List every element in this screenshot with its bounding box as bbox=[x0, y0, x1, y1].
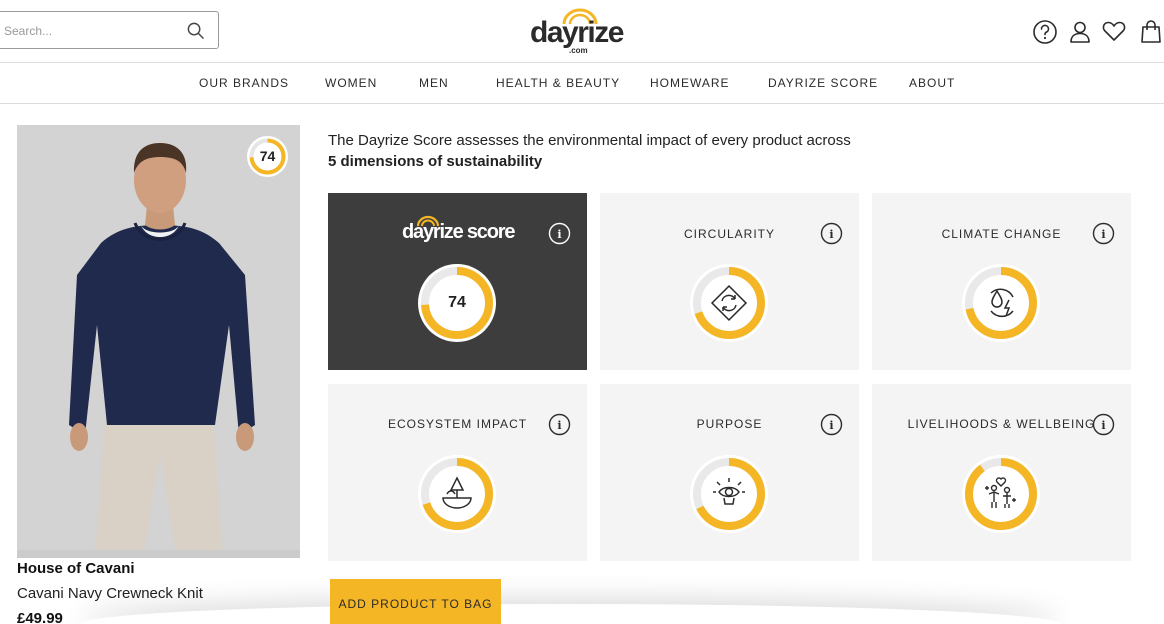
svg-text:i: i bbox=[1101, 228, 1105, 241]
svg-text:i: i bbox=[557, 228, 561, 241]
info-icon[interactable]: i bbox=[820, 222, 843, 245]
card-circularity: CIRCULARITY i bbox=[600, 193, 859, 370]
info-icon[interactable]: i bbox=[548, 413, 571, 436]
logo-subtext: .com bbox=[569, 46, 588, 55]
product-price: £49.99 bbox=[17, 610, 63, 624]
nav-item-our-brands[interactable]: OUR BRANDS bbox=[199, 76, 289, 90]
score-value: 74 bbox=[448, 294, 466, 311]
purpose-ring bbox=[690, 455, 768, 533]
info-icon[interactable]: i bbox=[820, 413, 843, 436]
nav-item-health-beauty[interactable]: HEALTH & BEAUTY bbox=[496, 76, 620, 90]
card-dayrize-score: dayrize score i 74 bbox=[328, 193, 587, 370]
dayrize-logo[interactable]: dayrize .com bbox=[530, 6, 624, 56]
circularity-ring bbox=[690, 264, 768, 342]
main-nav: OUR BRANDS WOMEN MEN HEALTH & BEAUTY HOM… bbox=[0, 63, 1164, 103]
nav-item-dayrize-score[interactable]: DAYRIZE SCORE bbox=[768, 76, 878, 90]
product-brand[interactable]: House of Cavani bbox=[17, 560, 135, 577]
climate-ring bbox=[962, 264, 1040, 342]
search-box[interactable] bbox=[0, 11, 219, 49]
card-climate-change: CLIMATE CHANGE i bbox=[872, 193, 1131, 370]
svg-text:i: i bbox=[829, 419, 833, 432]
product-score-value: 74 bbox=[259, 148, 276, 164]
model-illustration bbox=[17, 125, 300, 558]
nav-item-about[interactable]: ABOUT bbox=[909, 76, 955, 90]
bottom-shadow bbox=[80, 604, 1060, 624]
dayrize-score-logo-text: dayrize score bbox=[402, 221, 515, 243]
card-livelihoods-wellbeing: LIVELIHOODS & WELLBEING i bbox=[872, 384, 1131, 561]
intro-emphasis: 5 dimensions of sustainability bbox=[328, 153, 543, 170]
svg-text:i: i bbox=[557, 419, 561, 432]
product-image[interactable] bbox=[17, 125, 300, 558]
ecosystem-ring bbox=[418, 455, 496, 533]
info-icon[interactable]: i bbox=[1092, 413, 1115, 436]
nav-divider bbox=[0, 103, 1164, 104]
bag-icon[interactable] bbox=[1138, 18, 1164, 44]
add-to-bag-button[interactable]: ADD PRODUCT TO BAG bbox=[330, 579, 501, 624]
card-purpose: PURPOSE i bbox=[600, 384, 859, 561]
livelihoods-ring bbox=[962, 455, 1040, 533]
logo-text: dayrize bbox=[530, 16, 624, 49]
info-icon[interactable]: i bbox=[1092, 222, 1115, 245]
help-icon[interactable] bbox=[1032, 19, 1058, 45]
nav-item-women[interactable]: WOMEN bbox=[325, 76, 377, 90]
intro-text: The Dayrize Score assesses the environme… bbox=[328, 132, 851, 149]
svg-text:i: i bbox=[1101, 419, 1105, 432]
product-name: Cavani Navy Crewneck Knit bbox=[17, 585, 203, 602]
product-score-badge: 74 bbox=[246, 135, 289, 178]
wishlist-icon[interactable] bbox=[1101, 18, 1127, 44]
info-icon[interactable]: i bbox=[548, 222, 571, 245]
svg-text:i: i bbox=[829, 228, 833, 241]
nav-item-homeware[interactable]: HOMEWARE bbox=[650, 76, 730, 90]
nav-item-men[interactable]: MEN bbox=[419, 76, 449, 90]
dayrize-score-logo: dayrize score bbox=[402, 215, 522, 245]
account-icon[interactable] bbox=[1067, 19, 1093, 45]
search-input[interactable] bbox=[4, 21, 174, 41]
card-ecosystem-impact: ECOSYSTEM IMPACT i bbox=[328, 384, 587, 561]
search-icon[interactable] bbox=[186, 21, 205, 40]
